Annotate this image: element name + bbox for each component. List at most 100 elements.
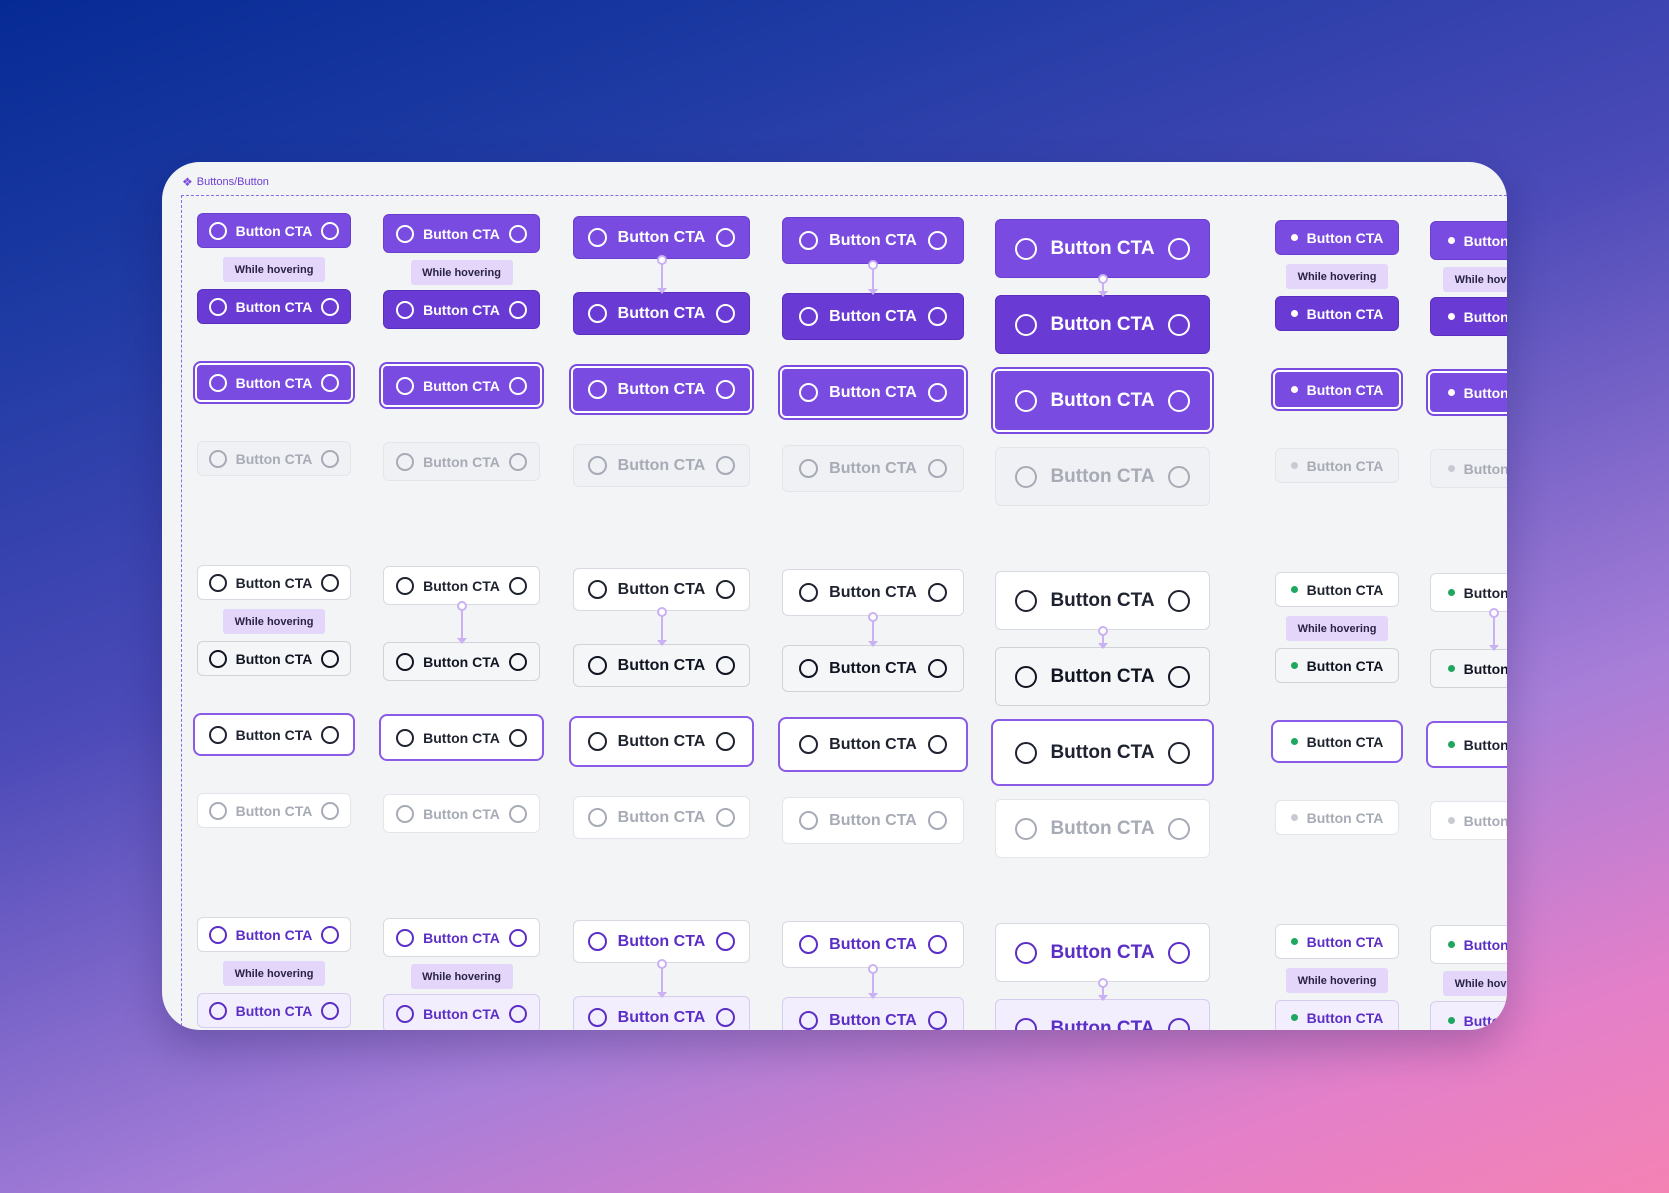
- secondary-button-disabled-sm[interactable]: Button CTA: [383, 794, 540, 833]
- button-label: Button CTA: [423, 577, 500, 594]
- trailing-circle-icon: [1167, 1017, 1190, 1030]
- secondary-button-hover-sm[interactable]: Button CTA: [383, 642, 540, 681]
- primary-button-disabled-sm[interactable]: Button CTA: [383, 442, 540, 481]
- secondary-button-hover-dot-xs[interactable]: Button CTA: [1275, 648, 1399, 683]
- secondary-button-focus-md[interactable]: Button CTA: [571, 718, 752, 765]
- trailing-circle-icon: [927, 935, 947, 954]
- secondary-button-default-xl[interactable]: Button CTA: [995, 571, 1210, 630]
- leading-circle-icon: [587, 456, 607, 475]
- tertiary-button-hover-md[interactable]: Button CTA: [573, 996, 750, 1030]
- leading-circle-icon: [208, 573, 227, 592]
- primary-button-disabled-md[interactable]: Button CTA: [573, 444, 750, 487]
- secondary-button-disabled-xs[interactable]: Button CTA: [197, 793, 351, 828]
- secondary-button-default-dot-sm[interactable]: Button CTA: [1430, 573, 1507, 612]
- leading-circle-icon: [799, 307, 819, 326]
- button-label: Button CTA: [829, 307, 917, 325]
- primary-button-default-md[interactable]: Button CTA: [573, 216, 750, 259]
- primary-button-default-xl[interactable]: Button CTA: [995, 219, 1210, 278]
- button-label: Button CTA: [1050, 589, 1155, 611]
- primary-button-default-dot-xs[interactable]: Button CTA: [1275, 220, 1399, 255]
- leading-circle-icon: [1015, 313, 1038, 336]
- primary-button-focus-lg[interactable]: Button CTA: [780, 367, 966, 418]
- primary-button-default-xs[interactable]: Button CTA: [197, 213, 351, 248]
- interaction-connector: [1487, 608, 1501, 651]
- primary-button-hover-dot-sm[interactable]: Button CTA: [1430, 297, 1507, 336]
- button-label: Button CTA: [235, 726, 313, 743]
- secondary-button-hover-xl[interactable]: Button CTA: [995, 647, 1210, 706]
- primary-button-hover-dot-xs[interactable]: Button CTA: [1275, 296, 1399, 331]
- tertiary-button-hover-dot-xs[interactable]: Button CTA: [1275, 1000, 1399, 1030]
- primary-button-default-lg[interactable]: Button CTA: [782, 217, 964, 264]
- primary-button-focus-dot-xs[interactable]: Button CTA: [1273, 370, 1401, 409]
- secondary-button-focus-xl[interactable]: Button CTA: [993, 721, 1212, 784]
- tertiary-button-default-lg[interactable]: Button CTA: [782, 921, 964, 968]
- primary-button-disabled-xl[interactable]: Button CTA: [995, 447, 1210, 506]
- primary-button-hover-lg[interactable]: Button CTA: [782, 293, 964, 340]
- trailing-circle-icon: [321, 221, 340, 240]
- button-label: Button CTA: [1050, 741, 1155, 763]
- tertiary-button-default-xs[interactable]: Button CTA: [197, 917, 351, 952]
- primary-button-focus-md[interactable]: Button CTA: [571, 366, 752, 413]
- tertiary-button-default-dot-xs[interactable]: Button CTA: [1275, 924, 1399, 959]
- secondary-button-disabled-dot-xs[interactable]: Button CTA: [1275, 800, 1399, 835]
- secondary-button-hover-xs[interactable]: Button CTA: [197, 641, 351, 676]
- primary-button-focus-xl[interactable]: Button CTA: [993, 369, 1212, 432]
- button-label: Button CTA: [235, 574, 313, 591]
- tertiary-button-hover-xs[interactable]: Button CTA: [197, 993, 351, 1028]
- leading-circle-icon: [799, 659, 819, 678]
- primary-button-hover-xl[interactable]: Button CTA: [995, 295, 1210, 354]
- secondary-button-hover-md[interactable]: Button CTA: [573, 644, 750, 687]
- trailing-circle-icon: [716, 380, 736, 399]
- tertiary-button-hover-xl[interactable]: Button CTA: [995, 999, 1210, 1030]
- status-dot-icon: [1447, 665, 1455, 672]
- secondary-button-default-md[interactable]: Button CTA: [573, 568, 750, 611]
- trailing-circle-icon: [927, 735, 947, 754]
- secondary-button-focus-dot-sm[interactable]: Button CTA: [1428, 723, 1507, 766]
- tertiary-button-default-md[interactable]: Button CTA: [573, 920, 750, 963]
- primary-button-hover-xs[interactable]: Button CTA: [197, 289, 351, 324]
- primary-button-hover-md[interactable]: Button CTA: [573, 292, 750, 335]
- primary-button-disabled-dot-sm[interactable]: Button CTA: [1430, 449, 1507, 488]
- button-label: Button CTA: [423, 453, 500, 470]
- tertiary-button-hover-lg[interactable]: Button CTA: [782, 997, 964, 1030]
- tertiary-button-hover-dot-sm[interactable]: Button CTA: [1430, 1001, 1507, 1030]
- secondary-button-hover-lg[interactable]: Button CTA: [782, 645, 964, 692]
- status-dot-icon: [1447, 817, 1455, 824]
- secondary-button-hover-dot-sm[interactable]: Button CTA: [1430, 649, 1507, 688]
- primary-button-default-dot-sm[interactable]: Button CTA: [1430, 221, 1507, 260]
- secondary-button-disabled-dot-sm[interactable]: Button CTA: [1430, 801, 1507, 840]
- secondary-button-disabled-md[interactable]: Button CTA: [573, 796, 750, 839]
- tertiary-button-hover-sm[interactable]: Button CTA: [383, 994, 540, 1030]
- secondary-button-disabled-xl[interactable]: Button CTA: [995, 799, 1210, 858]
- primary-button-focus-sm[interactable]: Button CTA: [381, 364, 542, 407]
- primary-button-disabled-dot-xs[interactable]: Button CTA: [1275, 448, 1399, 483]
- secondary-button-focus-dot-xs[interactable]: Button CTA: [1273, 722, 1401, 761]
- leading-circle-icon: [208, 649, 227, 668]
- tertiary-button-default-dot-sm[interactable]: Button CTA: [1430, 925, 1507, 964]
- button-label: Button CTA: [617, 932, 706, 950]
- tertiary-button-default-xl[interactable]: Button CTA: [995, 923, 1210, 982]
- interaction-connector: [655, 607, 669, 646]
- frame-label[interactable]: ❖ Buttons/Button: [182, 176, 269, 188]
- tertiary-button-default-sm[interactable]: Button CTA: [383, 918, 540, 957]
- primary-button-hover-sm[interactable]: Button CTA: [383, 290, 540, 329]
- secondary-button-default-dot-xs[interactable]: Button CTA: [1275, 572, 1399, 607]
- primary-button-focus-dot-sm[interactable]: Button CTA: [1428, 371, 1507, 414]
- secondary-button-focus-lg[interactable]: Button CTA: [780, 719, 966, 770]
- primary-button-disabled-xs[interactable]: Button CTA: [197, 441, 351, 476]
- trailing-circle-icon: [716, 228, 736, 247]
- secondary-button-focus-xs[interactable]: Button CTA: [195, 715, 353, 754]
- secondary-button-default-lg[interactable]: Button CTA: [782, 569, 964, 616]
- primary-button-default-sm[interactable]: Button CTA: [383, 214, 540, 253]
- secondary-button-default-sm[interactable]: Button CTA: [383, 566, 540, 605]
- secondary-button-disabled-lg[interactable]: Button CTA: [782, 797, 964, 844]
- interaction-connector: [866, 964, 880, 999]
- button-label: Button CTA: [829, 583, 917, 601]
- secondary-button-default-xs[interactable]: Button CTA: [197, 565, 351, 600]
- secondary-button-focus-sm[interactable]: Button CTA: [381, 716, 542, 759]
- primary-button-disabled-lg[interactable]: Button CTA: [782, 445, 964, 492]
- primary-button-focus-xs[interactable]: Button CTA: [195, 363, 353, 402]
- button-label: Button CTA: [617, 1008, 706, 1026]
- button-label: Button CTA: [235, 926, 313, 943]
- leading-circle-icon: [799, 231, 819, 250]
